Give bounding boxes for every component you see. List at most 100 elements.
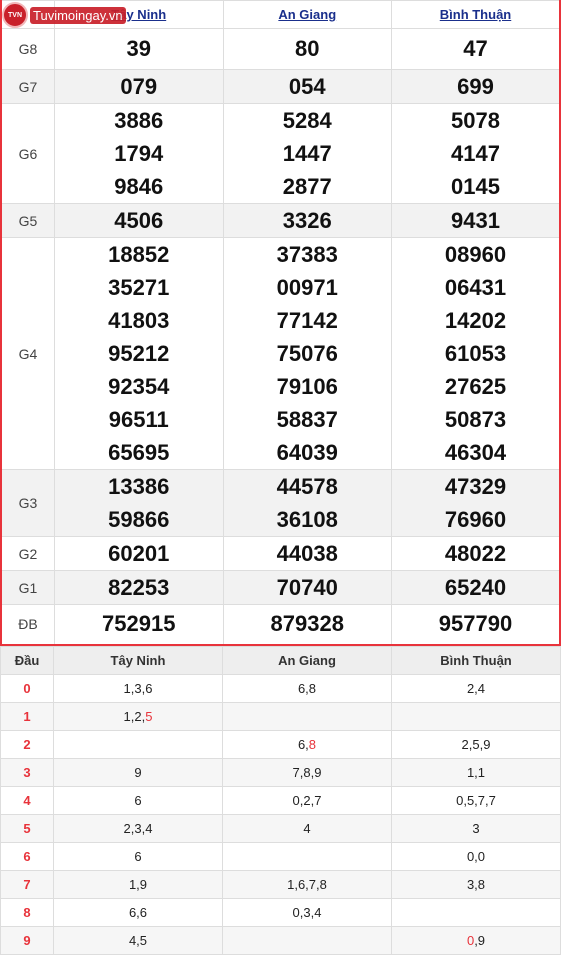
prize-number: 95212	[108, 341, 170, 366]
prize-number: 75076	[276, 341, 338, 366]
prize-number: 64039	[276, 440, 338, 465]
loto-cell	[391, 701, 561, 731]
loto-row: 3 9 7,8,9 1,1	[0, 757, 561, 787]
loto-cell: 4	[222, 813, 392, 843]
prize-number: 44038	[222, 536, 392, 571]
loto-cell	[222, 841, 392, 871]
prize-number: 4147	[451, 141, 500, 166]
loto-digits: 7,8,9	[292, 764, 322, 780]
loto-head-table: Đầu Tây Ninh An Giang Bình Thuận 0 1,3,6 6…	[0, 645, 561, 955]
loto-head-digit: 5	[0, 813, 54, 843]
loto-digits: 3	[472, 820, 480, 836]
prize-number: 08960	[444, 242, 507, 267]
prize-label: G2	[0, 536, 55, 571]
prize-label: G8	[0, 28, 55, 70]
loto-digits: 6,8	[297, 680, 317, 696]
loto-head-digit: 2	[0, 729, 54, 759]
loto-cell: 6,8	[222, 673, 392, 703]
prize-number: 96511	[108, 407, 169, 432]
prize-number: 13386	[108, 474, 170, 499]
prize-number: 44578	[276, 474, 338, 499]
prize-number: 9431	[391, 203, 561, 238]
loto-row: 4 6 0,2,7 0,5,7,7	[0, 785, 561, 815]
prize-number: 37383	[276, 242, 338, 267]
loto-cell: 0,0	[391, 841, 561, 871]
loto-digits: 1,1	[466, 764, 486, 780]
loto-cell: 2,5,9	[391, 729, 561, 759]
loto-digits: 0,3,4	[292, 904, 322, 920]
loto-digits: 9	[134, 764, 142, 780]
special-prize-number: 752915	[54, 604, 224, 645]
prize-cell: 3886 1794 9846	[54, 103, 224, 204]
prize-number: 50873	[444, 407, 507, 432]
loto-cell: 1,6,7,8	[222, 869, 392, 899]
prize-number: 5284	[282, 108, 332, 133]
loto-cell: 6	[53, 785, 223, 815]
prize-row-g1: G1 82253 70740 65240	[0, 570, 561, 605]
lottery-results-page: TVN Tuvimoingay.vn Tây Ninh An Giang Bìn…	[0, 0, 561, 955]
loto-head-digit: 0	[0, 673, 54, 703]
loto-cell: 2,3,4	[53, 813, 223, 843]
prize-number: 59866	[108, 507, 170, 532]
prize-number: 0145	[451, 174, 500, 199]
loto-row: 1 1,2,5	[0, 701, 561, 731]
prize-number: 3886	[114, 108, 164, 133]
prize-row-g3: G3 13386 59866 44578 36108 47329 76960	[0, 469, 561, 537]
prize-number: 79106	[276, 374, 338, 399]
results-table: Tây Ninh An Giang Bình Thuận G8 39 80 47…	[0, 0, 561, 646]
loto-digits: 1,2,	[123, 708, 146, 724]
prize-number: 41803	[108, 308, 170, 333]
prize-number: 18852	[108, 242, 170, 267]
prize-cell: 5078 4147 0145	[391, 103, 561, 204]
loto-cell	[222, 925, 392, 955]
loto-digits: 0,0	[466, 848, 486, 864]
loto-special-digit: 5	[145, 708, 153, 724]
loto-cell	[53, 729, 223, 759]
loto-cell: 1,3,6	[53, 673, 223, 703]
loto-row: 0 1,3,6 6,8 2,4	[0, 673, 561, 703]
prize-number: 9846	[114, 174, 164, 199]
prize-cell: 18852 35271 41803 95212 92354 96511 6569…	[54, 237, 224, 470]
loto-row: 7 1,9 1,6,7,8 3,8	[0, 869, 561, 899]
prize-number: 00971	[276, 275, 338, 300]
loto-cell: 6,6	[53, 897, 223, 927]
prize-number: 47329	[444, 474, 507, 499]
province-link[interactable]: An Giang	[278, 7, 336, 22]
prize-number: 3326	[222, 203, 392, 238]
logo-badge-icon: TVN	[2, 2, 28, 28]
loto-cell: 9	[53, 757, 223, 787]
prize-number: 47	[391, 28, 561, 70]
loto-digits: 0,5,7,7	[456, 792, 496, 808]
loto-cell	[222, 701, 392, 731]
loto-digits: 6	[134, 792, 142, 808]
prize-number: 5078	[451, 108, 500, 133]
prize-number: 80	[222, 28, 392, 70]
loto-digits: 4	[303, 820, 311, 836]
prize-label: ĐB	[0, 604, 55, 645]
prize-number: 76960	[444, 507, 507, 532]
loto-cell	[391, 897, 561, 927]
loto-head-digit: 8	[0, 897, 54, 927]
loto-cell: 7,8,9	[222, 757, 392, 787]
loto-body: 0 1,3,6 6,8 2,4 1 1,2,5 2 6,8 2,5,9 3 9 7,8,9 1,1 4 6 0…	[0, 673, 561, 955]
prize-number: 06431	[444, 275, 507, 300]
loto-digits: 1,6,7,8	[287, 876, 327, 892]
loto-head-digit: 6	[0, 841, 54, 871]
prize-row-g5: G5 4506 3326 9431	[0, 203, 561, 238]
prize-number: 77142	[276, 308, 338, 333]
loto-head-digit: 3	[0, 757, 54, 787]
loto-head-digit: 7	[0, 869, 54, 899]
site-logo[interactable]: TVN Tuvimoingay.vn	[2, 2, 126, 28]
loto-digits: 4,5	[128, 932, 148, 948]
prize-number: 14202	[444, 308, 507, 333]
loto-digits: 6	[134, 848, 142, 864]
prize-cell: 5284 1447 2877	[222, 103, 392, 204]
loto-row: 5 2,3,4 4 3	[0, 813, 561, 843]
special-prize-number: 957790	[391, 604, 561, 645]
loto-cell: 3,8	[391, 869, 561, 899]
province-link[interactable]: Bình Thuận	[440, 7, 512, 22]
prize-number: 48022	[391, 536, 561, 571]
prize-cell: 44578 36108	[222, 469, 392, 537]
loto-province-header: Bình Thuận	[391, 645, 561, 675]
prize-number: 4506	[54, 203, 224, 238]
